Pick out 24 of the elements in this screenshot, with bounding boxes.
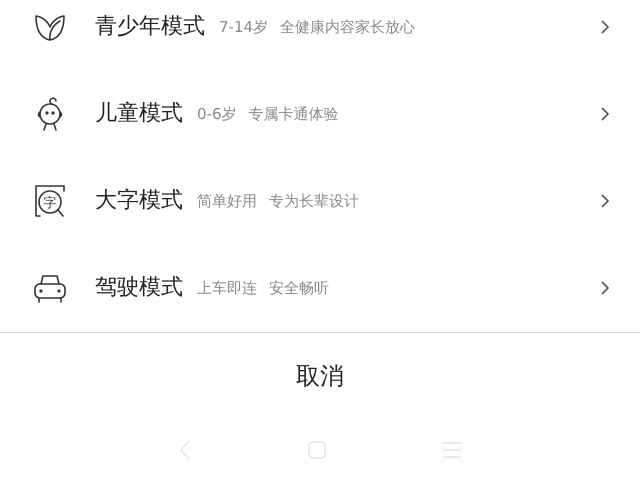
mode-description: 专属卡通体验 <box>248 104 338 126</box>
mode-title: 儿童模式 <box>95 100 183 128</box>
chevron-right-icon <box>600 18 610 34</box>
mode-description: 简单好用 <box>197 191 257 212</box>
chevron-right-icon <box>600 106 610 122</box>
mode-description: 0-6岁 <box>197 104 236 126</box>
mode-list-item[interactable]: 字 大字模式 简单好用 专为长辈设计 <box>0 157 640 244</box>
mode-list-item[interactable]: 青少年模式 7-14岁 全健康内容家长放心 <box>0 0 640 70</box>
mode-description: 安全畅听 <box>269 278 329 300</box>
mode-description: 专为长辈设计 <box>269 191 359 212</box>
mode-title: 驾驶模式 <box>95 274 183 302</box>
mode-description: 全健康内容家长放心 <box>280 17 416 38</box>
home-icon[interactable] <box>306 440 327 460</box>
chevron-right-icon <box>600 280 610 296</box>
back-icon[interactable] <box>178 439 192 461</box>
mode-title: 青少年模式 <box>95 13 205 41</box>
cancel-button[interactable]: 取消 <box>280 354 360 398</box>
mode-list-item[interactable]: 儿童模式 0-6岁 专属卡通体验 <box>0 70 640 157</box>
mode-list-item[interactable]: 驾驶模式 上车即连 安全畅听 <box>0 244 640 331</box>
menu-icon[interactable] <box>442 441 462 459</box>
mode-title: 大字模式 <box>95 187 183 215</box>
mode-description: 7-14岁 <box>219 17 268 38</box>
chevron-right-icon <box>600 192 610 208</box>
mode-description: 上车即连 <box>197 278 257 300</box>
